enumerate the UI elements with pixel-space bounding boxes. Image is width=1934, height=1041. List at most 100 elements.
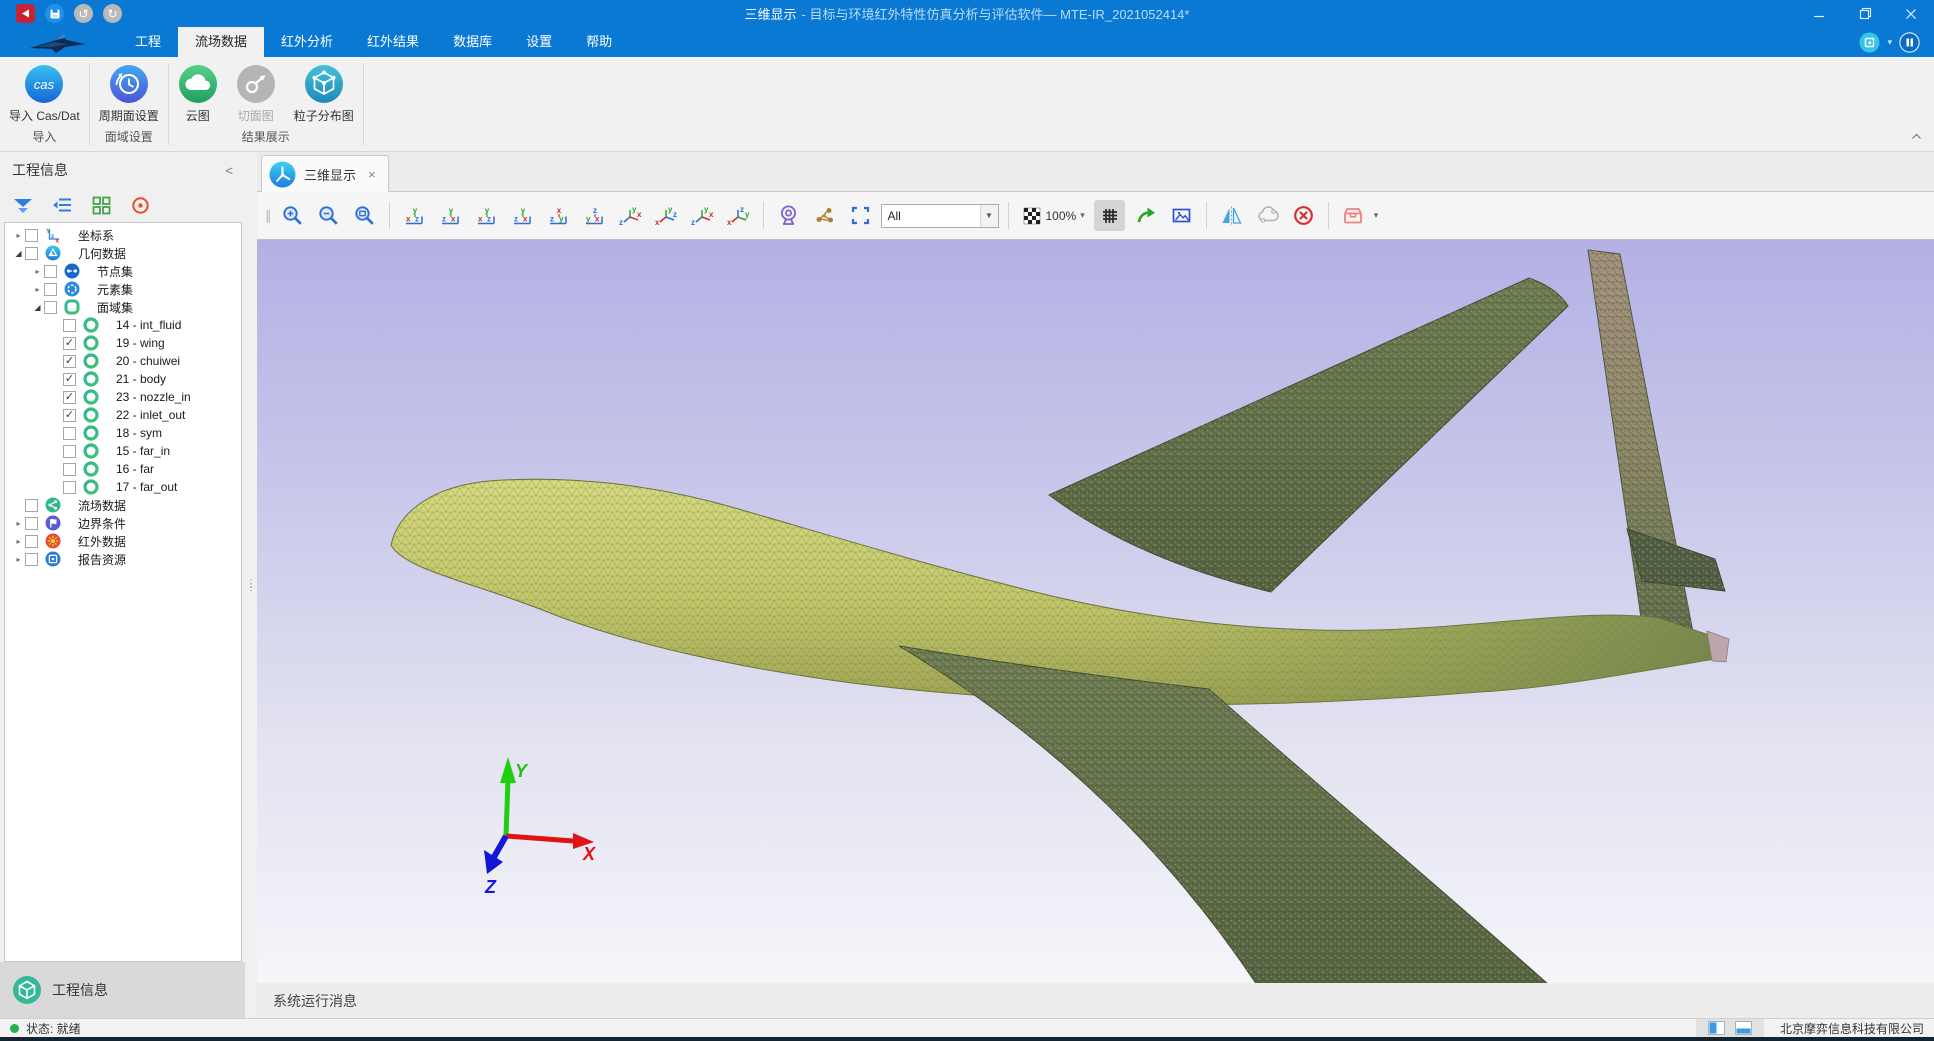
- tree-label[interactable]: 19 - wing: [116, 336, 165, 350]
- tree-row[interactable]: ▸ 报告资源: [5, 550, 241, 568]
- tree-row[interactable]: ▸节点集: [5, 262, 241, 280]
- display-mode-icon[interactable]: [1859, 32, 1880, 53]
- view-xz-icon[interactable]: yxz: [471, 200, 502, 231]
- tree-checkbox[interactable]: [25, 517, 38, 530]
- tree-label[interactable]: 报告资源: [78, 551, 126, 568]
- tree-row[interactable]: 14 - int_fluid: [5, 316, 241, 334]
- tree-label[interactable]: 流场数据: [78, 497, 126, 514]
- combo-dropdown-icon[interactable]: ▼: [980, 205, 998, 227]
- export-arrow-icon[interactable]: [1130, 200, 1161, 231]
- zoom-out-icon[interactable]: [313, 200, 344, 231]
- view-zx-icon[interactable]: yzx: [507, 200, 538, 231]
- expander-open-icon[interactable]: ◢: [12, 249, 25, 258]
- app-logo-icon[interactable]: [16, 4, 35, 23]
- tree-label[interactable]: 面域集: [97, 299, 133, 316]
- viewport-3d-canvas[interactable]: Y X Z: [257, 240, 1934, 983]
- expander-open-icon[interactable]: ◢: [31, 303, 44, 312]
- menu-item-database[interactable]: 数据库: [436, 27, 509, 57]
- tree-row[interactable]: ▸ 红外数据: [5, 532, 241, 550]
- tree-label[interactable]: 15 - far_in: [116, 444, 170, 458]
- view-yx-icon[interactable]: yzx: [435, 200, 466, 231]
- minimize-icon[interactable]: [1796, 0, 1842, 27]
- view-yz-icon[interactable]: zyx: [579, 200, 610, 231]
- panel-splitter[interactable]: ⋮⋮: [245, 152, 257, 1018]
- mirror-icon[interactable]: [1216, 200, 1247, 231]
- tree-label[interactable]: 14 - int_fluid: [116, 318, 181, 332]
- tree-checkbox[interactable]: [44, 265, 57, 278]
- tree-row[interactable]: ◢ 几何数据: [5, 244, 241, 262]
- panel-collapse-icon[interactable]: <: [225, 163, 233, 178]
- tree-row[interactable]: ✓21 - body: [5, 370, 241, 388]
- tab-close-icon[interactable]: ×: [368, 167, 376, 182]
- menu-item-project[interactable]: 工程: [118, 27, 178, 57]
- tree-label[interactable]: 22 - inlet_out: [116, 408, 185, 422]
- view-xy-icon[interactable]: yxz: [399, 200, 430, 231]
- help-icon[interactable]: [1899, 32, 1920, 53]
- view-iso-4-icon[interactable]: zxy: [723, 200, 754, 231]
- dropdown-caret-icon[interactable]: ▾: [1887, 37, 1892, 48]
- zoom-fit-icon[interactable]: [349, 200, 380, 231]
- periodic-face-button[interactable]: 周期面设置: [90, 61, 168, 124]
- expander-closed-icon[interactable]: ▸: [31, 285, 44, 294]
- tree-row[interactable]: 17 - far_out: [5, 478, 241, 496]
- tree-label[interactable]: 元素集: [97, 281, 133, 298]
- tree-row[interactable]: ✓23 - nozzle_in: [5, 388, 241, 406]
- tree-label[interactable]: 坐标系: [78, 227, 114, 244]
- expander-closed-icon[interactable]: ▸: [12, 537, 25, 546]
- mesh-grid-icon[interactable]: [1094, 200, 1125, 231]
- panel-layout-left-icon[interactable]: [1708, 1021, 1725, 1035]
- close-icon[interactable]: [1888, 0, 1934, 27]
- view-iso-1-icon[interactable]: yzx: [615, 200, 646, 231]
- tree-label[interactable]: 17 - far_out: [116, 480, 177, 494]
- tree-checkbox[interactable]: [25, 229, 38, 242]
- view-iso-3-icon[interactable]: yzx: [687, 200, 718, 231]
- tree-label[interactable]: 几何数据: [78, 245, 126, 262]
- expander-closed-icon[interactable]: ▸: [12, 555, 25, 564]
- tree-row[interactable]: ◢ 面域集: [5, 298, 241, 316]
- list-filter-icon[interactable]: [51, 194, 73, 216]
- project-panel-footer[interactable]: 工程信息: [0, 962, 245, 1018]
- tree-row[interactable]: ✓ 22 - inlet_out: [5, 406, 241, 424]
- locate-target-icon[interactable]: [129, 194, 151, 216]
- tree-label[interactable]: 23 - nozzle_in: [116, 390, 191, 404]
- zoom-in-icon[interactable]: [277, 200, 308, 231]
- box-select-icon[interactable]: [845, 200, 876, 231]
- tree-label[interactable]: 21 - body: [116, 372, 166, 386]
- tree-checkbox[interactable]: [63, 463, 76, 476]
- import-cas-dat-button[interactable]: cas 导入 Cas/Dat: [0, 61, 89, 124]
- view-iso-2-icon[interactable]: yxz: [651, 200, 682, 231]
- restore-icon[interactable]: [1842, 0, 1888, 27]
- grip-icon[interactable]: ∥: [265, 208, 270, 224]
- tree-checkbox[interactable]: [44, 283, 57, 296]
- tree-row[interactable]: 18 - sym: [5, 424, 241, 442]
- tree-checkbox[interactable]: [44, 301, 57, 314]
- tree-checkbox[interactable]: [25, 553, 38, 566]
- snapshot-icon[interactable]: [1166, 200, 1197, 231]
- menu-item-ir-results[interactable]: 红外结果: [350, 27, 436, 57]
- tree-checkbox[interactable]: [25, 499, 38, 512]
- shell-cloud-icon[interactable]: [1252, 200, 1283, 231]
- tree-label[interactable]: 20 - chuiwei: [116, 354, 180, 368]
- menu-item-flow-data[interactable]: 流场数据: [178, 27, 264, 57]
- tree-checkbox[interactable]: [63, 319, 76, 332]
- grid-view-icon[interactable]: [90, 194, 112, 216]
- menu-item-help[interactable]: 帮助: [569, 27, 629, 57]
- cancel-icon[interactable]: [1288, 200, 1319, 231]
- tree-row[interactable]: ✓ 19 - wing: [5, 334, 241, 352]
- filter-icon[interactable]: [12, 194, 34, 216]
- save-scene-icon[interactable]: [1338, 200, 1369, 231]
- tree-label[interactable]: 16 - far: [116, 462, 154, 476]
- tree-checkbox[interactable]: ✓: [63, 337, 76, 350]
- tree-row[interactable]: 15 - far_in: [5, 442, 241, 460]
- tree-checkbox[interactable]: [63, 445, 76, 458]
- tree-label[interactable]: 节点集: [97, 263, 133, 280]
- tab-3d-view[interactable]: 三维显示 ×: [261, 155, 389, 192]
- tree-label[interactable]: 18 - sym: [116, 426, 162, 440]
- ribbon-collapse-icon[interactable]: [1911, 127, 1922, 145]
- expander-closed-icon[interactable]: ▸: [12, 231, 25, 240]
- tree-label[interactable]: 红外数据: [78, 533, 126, 550]
- save-icon[interactable]: [45, 4, 64, 23]
- tree-checkbox[interactable]: [25, 247, 38, 260]
- tree-row[interactable]: 流场数据: [5, 496, 241, 514]
- tree-checkbox[interactable]: ✓: [63, 409, 76, 422]
